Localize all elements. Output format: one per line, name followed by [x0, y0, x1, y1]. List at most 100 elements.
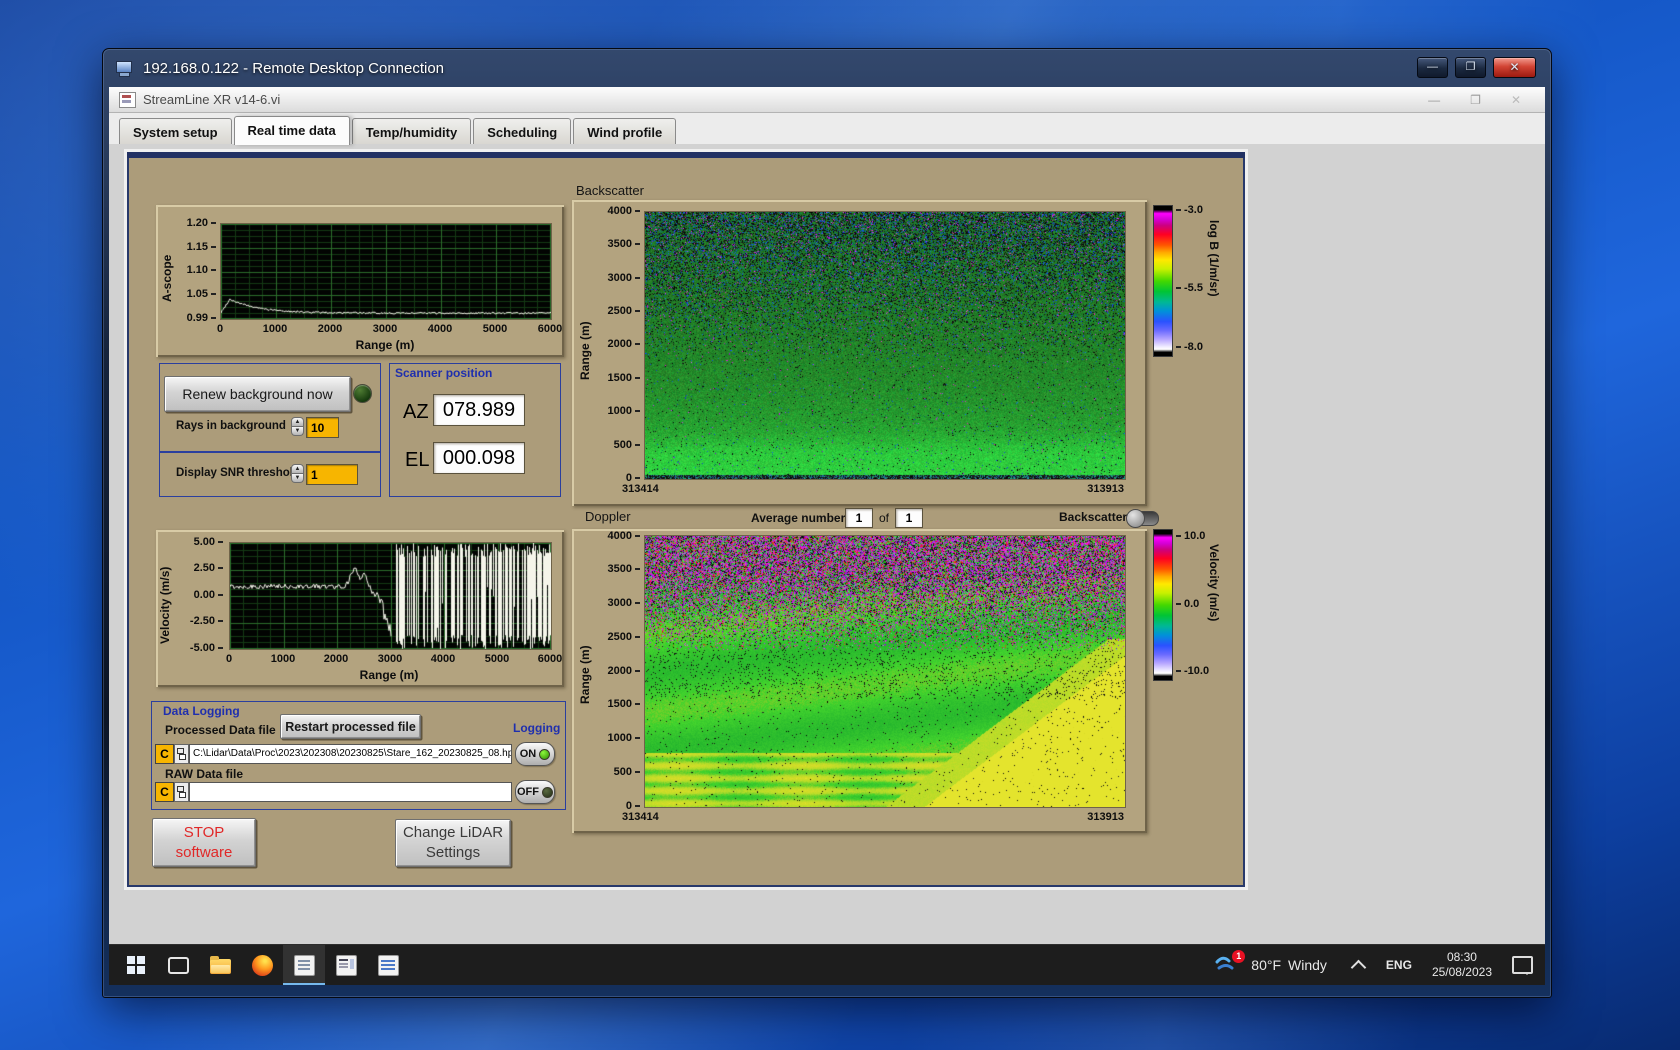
snr-value-field[interactable]: 1 [306, 464, 358, 485]
backscatter-ytick: 3000 [596, 271, 640, 285]
backscatter-panel: Range (m) 4000 3500 3000 2500 2000 1500 … [572, 200, 1147, 506]
tab-real-time-data[interactable]: Real time data [233, 116, 350, 145]
processed-drive-letter[interactable]: C [155, 744, 174, 764]
rdp-titlebar[interactable]: 192.168.0.122 - Remote Desktop Connectio… [103, 49, 1551, 87]
main-panel: A-scope 1.20 1.15 1.10 1.05 0.99 0 1000 … [127, 152, 1245, 887]
minimize-button[interactable]: — [1417, 57, 1448, 78]
clock[interactable]: 08:30 25/08/2023 [1432, 950, 1492, 980]
velocity-x-axis-title: Range (m) [359, 668, 419, 682]
raw-path-field[interactable] [189, 782, 512, 802]
close-button[interactable]: ✕ [1493, 57, 1536, 78]
backscatter-toggle-switch[interactable] [1126, 509, 1159, 528]
backscatter-ytick: 1500 [596, 371, 640, 385]
renew-background-button[interactable]: Renew background now [164, 376, 351, 412]
remote-desktop-window: 192.168.0.122 - Remote Desktop Connectio… [102, 48, 1552, 998]
on-led-icon [539, 748, 551, 760]
path-browse-icon[interactable] [174, 744, 189, 764]
file-explorer-button[interactable] [199, 945, 241, 985]
spinner-down-icon[interactable]: ▼ [291, 427, 304, 436]
doppler-heatmap [644, 535, 1126, 808]
doppler-x-start: 313414 [622, 811, 659, 823]
notification-center-icon[interactable] [1512, 956, 1533, 975]
background-cluster: Renew background now Rays in background … [159, 363, 381, 452]
text-app-icon [377, 954, 399, 976]
ascope-panel: A-scope 1.20 1.15 1.10 1.05 0.99 0 1000 … [156, 205, 564, 357]
processed-data-file-label: Processed Data file [165, 723, 276, 737]
spinner-up-icon[interactable]: ▲ [291, 464, 304, 474]
backscatter-y-axis-title: Range (m) [578, 321, 592, 380]
velocity-plot [229, 542, 552, 650]
scan-scheduler-button[interactable] [325, 945, 367, 985]
backscatter-ytick: 4000 [596, 204, 640, 218]
vi-icon [119, 91, 136, 108]
spinner-down-icon[interactable]: ▼ [291, 474, 304, 483]
task-view-button[interactable] [157, 945, 199, 985]
backscatter-ytick: 1000 [596, 404, 640, 418]
ascope-xtick: 3000 [372, 323, 398, 335]
tab-wind-profile[interactable]: Wind profile [573, 118, 677, 145]
doppler-ytick: 4000 [596, 529, 640, 543]
spinner-up-icon[interactable]: ▲ [291, 417, 304, 427]
doppler-x-end: 313913 [1087, 811, 1124, 823]
average-number-field[interactable]: 1 [845, 508, 873, 528]
velocity-xtick: 1000 [270, 653, 296, 665]
app-minimize-icon[interactable]: — [1428, 93, 1440, 107]
processed-path-field[interactable]: C:\Lidar\Data\Proc\2023\202308\20230825\… [189, 744, 512, 764]
taskbar-time: 08:30 [1446, 950, 1477, 964]
raw-data-file-label: RAW Data file [165, 767, 244, 781]
tab-scheduling[interactable]: Scheduling [473, 118, 572, 145]
tab-temp-humidity[interactable]: Temp/humidity [351, 118, 472, 145]
backscatter-colorbar [1153, 205, 1173, 357]
doppler-ytick: 1000 [596, 731, 640, 745]
restart-processed-file-button[interactable]: Restart processed file [280, 714, 421, 739]
on-label: ON [519, 748, 537, 760]
weather-temp: 80°F [1251, 957, 1282, 973]
streamline-app-button[interactable] [283, 945, 325, 985]
firefox-button[interactable] [241, 945, 283, 985]
stop-software-button[interactable]: STOP software [152, 818, 256, 867]
doppler-ytick: 1500 [596, 697, 640, 711]
app-titlebar[interactable]: StreamLine XR v14-6.vi — ❐ ✕ [109, 87, 1545, 113]
rdp-title: 192.168.0.122 - Remote Desktop Connectio… [143, 59, 445, 77]
scanner-position-title: Scanner position [395, 366, 493, 380]
snr-spinner[interactable]: ▲ ▼ [291, 464, 304, 483]
raw-drive-letter[interactable]: C [155, 782, 174, 802]
rays-value-field[interactable]: 10 [306, 417, 339, 438]
text-app-button[interactable] [367, 945, 409, 985]
velocity-xtick: 0 [225, 653, 233, 665]
renew-led-indicator [353, 384, 372, 403]
path-browse-icon[interactable] [174, 782, 189, 802]
ascope-plot [220, 223, 552, 320]
maximize-button[interactable]: ❐ [1455, 57, 1486, 78]
average-total-field[interactable]: 1 [895, 508, 923, 528]
change-lidar-settings-button[interactable]: Change LiDAR Settings [395, 819, 511, 867]
velocity-y-axis-title: Velocity (m/s) [158, 566, 172, 644]
az-value-field[interactable]: 078.989 [433, 394, 525, 426]
app-close-icon[interactable]: ✕ [1511, 93, 1521, 107]
weather-text[interactable]: 80°F Windy [1251, 957, 1327, 973]
scanner-position-cluster: Scanner position AZ 078.989 EL 000.098 [389, 363, 561, 497]
language-indicator[interactable]: ENG [1386, 958, 1412, 972]
tab-system-setup[interactable]: System setup [119, 118, 232, 145]
chevron-up-icon[interactable] [1350, 959, 1367, 976]
backscatter-x-end: 313913 [1087, 483, 1124, 495]
off-led-icon [542, 786, 553, 798]
el-value-field[interactable]: 000.098 [433, 442, 525, 474]
start-button[interactable] [115, 945, 157, 985]
velocity-ytick: 0.00 [177, 588, 223, 602]
velocity-xtick: 2000 [323, 653, 349, 665]
doppler-ytick: 3500 [596, 562, 640, 576]
app-restore-icon[interactable]: ❐ [1470, 93, 1481, 107]
weather-button[interactable]: 1 [1215, 950, 1246, 978]
backscatter-ytick: 2000 [596, 337, 640, 351]
scan-scheduler-icon [335, 954, 357, 976]
app-title: StreamLine XR v14-6.vi [143, 92, 281, 107]
raw-logging-off-button[interactable]: OFF [515, 780, 555, 804]
velocity-ytick: -2.50 [177, 614, 223, 628]
doppler-cbar-tick: 0.0 [1176, 597, 1199, 611]
rays-spinner[interactable]: ▲ ▼ [291, 417, 304, 436]
backscatter-cbar-label: log B (1/m/sr) [1207, 220, 1221, 297]
processed-logging-on-button[interactable]: ON [515, 742, 555, 766]
doppler-ytick: 500 [596, 765, 640, 779]
snr-threshold-label: Display SNR threshold [176, 467, 300, 479]
